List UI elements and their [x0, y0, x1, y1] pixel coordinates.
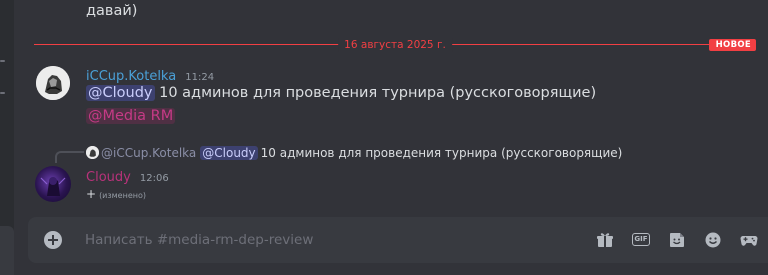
username[interactable]: Cloudy — [86, 170, 131, 185]
message-content: + (изменено) — [86, 186, 146, 204]
timestamp[interactable]: 11:24 — [185, 72, 214, 83]
message-text: + — [86, 187, 97, 201]
reply-username[interactable]: @iCCup.Kotelka — [101, 146, 196, 160]
sidebar-user-panel[interactable] — [0, 226, 14, 275]
gif-icon[interactable]: GIF — [632, 231, 650, 249]
username[interactable]: iCCup.Kotelka — [86, 69, 176, 84]
message-content: @Cloudy 10 админов для проведения турнир… — [86, 83, 596, 103]
message-header: iCCup.Kotelka 11:24 — [86, 65, 214, 84]
avatar-art-icon — [40, 177, 66, 196]
divider-date: 16 августа 2025 г. — [338, 38, 452, 52]
role-mention[interactable]: @Media RM — [86, 108, 176, 124]
server-sidebar-edge — [0, 0, 14, 275]
new-badge[interactable]: НОВОЕ — [708, 39, 756, 51]
reply-spine — [55, 151, 84, 163]
message-composer: GIF — [28, 217, 768, 263]
emoji-icon[interactable] — [704, 231, 722, 249]
gif-label: GIF — [632, 233, 650, 246]
edited-label[interactable]: (изменено) — [99, 191, 146, 200]
gift-icon[interactable] — [596, 231, 614, 249]
reply-text: 10 админов для проведения турнира (русск… — [260, 146, 623, 160]
reply-user-mention[interactable]: @Cloudy — [200, 146, 258, 160]
reply-avatar — [86, 146, 99, 159]
role-mention-line: @Media RM — [86, 106, 176, 126]
avatar[interactable] — [36, 66, 70, 100]
user-mention[interactable]: @Cloudy — [86, 85, 155, 101]
add-icon[interactable] — [44, 231, 62, 249]
activities-icon[interactable] — [740, 231, 758, 249]
new-messages-divider: 16 августа 2025 г. НОВОЕ — [34, 38, 756, 52]
timestamp[interactable]: 12:06 — [140, 173, 169, 184]
message-header: Cloudy 12:06 — [86, 166, 169, 185]
sidebar-tick — [0, 60, 5, 62]
sidebar-tick — [0, 92, 5, 94]
avatar[interactable] — [35, 166, 71, 202]
avatar-art-icon — [36, 66, 70, 100]
previous-message-text: давай) — [86, 3, 138, 19]
message-text: 10 админов для проведения турнира (русск… — [159, 85, 597, 101]
message-input[interactable] — [85, 229, 485, 251]
reply-preview[interactable]: @iCCup.Kotelka @Cloudy 10 админов для пров… — [86, 145, 622, 161]
reply-avatar-icon — [86, 146, 99, 159]
sticker-icon[interactable] — [668, 231, 686, 249]
